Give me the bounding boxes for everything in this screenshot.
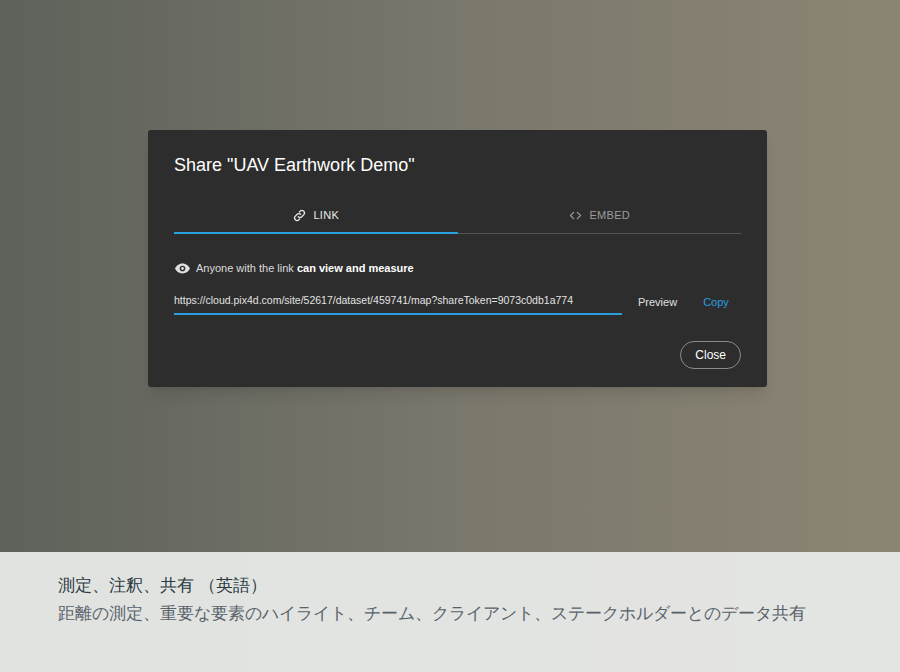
link-icon bbox=[292, 208, 307, 223]
caption-strip: 測定、注釈、共有 （英語） 距離の測定、重要な要素のハイライト、チーム、クライアン… bbox=[0, 552, 900, 672]
tab-label: LINK bbox=[313, 207, 339, 224]
share-dialog: Share "UAV Earthwork Demo" LINK EMBED Anyon… bbox=[148, 130, 767, 387]
caption-title: 測定、注釈、共有 （英語） bbox=[58, 574, 860, 598]
eye-icon bbox=[174, 260, 191, 277]
tab-bar: LINK EMBED bbox=[174, 198, 741, 234]
close-button[interactable]: Close bbox=[680, 341, 741, 369]
dialog-footer: Close bbox=[174, 341, 741, 369]
link-field[interactable]: https://cloud.pix4d.com/site/52617/datas… bbox=[174, 289, 622, 315]
permission-level: can view and measure bbox=[297, 262, 414, 274]
permission-prefix: Anyone with the link bbox=[196, 262, 297, 274]
preview-button[interactable]: Preview bbox=[630, 290, 685, 315]
tab[interactable]: EMBED bbox=[458, 198, 742, 234]
permission-text: Anyone with the link can view and measur… bbox=[196, 260, 414, 277]
caption-body: 距離の測定、重要な要素のハイライト、チーム、クライアント、ステークホルダーとのデ… bbox=[58, 602, 848, 625]
code-icon bbox=[568, 208, 583, 223]
copy-button[interactable]: Copy bbox=[695, 290, 737, 315]
tab[interactable]: LINK bbox=[174, 198, 458, 234]
tab-label: EMBED bbox=[589, 207, 630, 224]
link-value[interactable]: https://cloud.pix4d.com/site/52617/datas… bbox=[174, 293, 622, 309]
dialog-title: Share "UAV Earthwork Demo" bbox=[174, 152, 741, 178]
link-row: https://cloud.pix4d.com/site/52617/datas… bbox=[174, 289, 741, 315]
permission-note: Anyone with the link can view and measur… bbox=[174, 260, 741, 277]
